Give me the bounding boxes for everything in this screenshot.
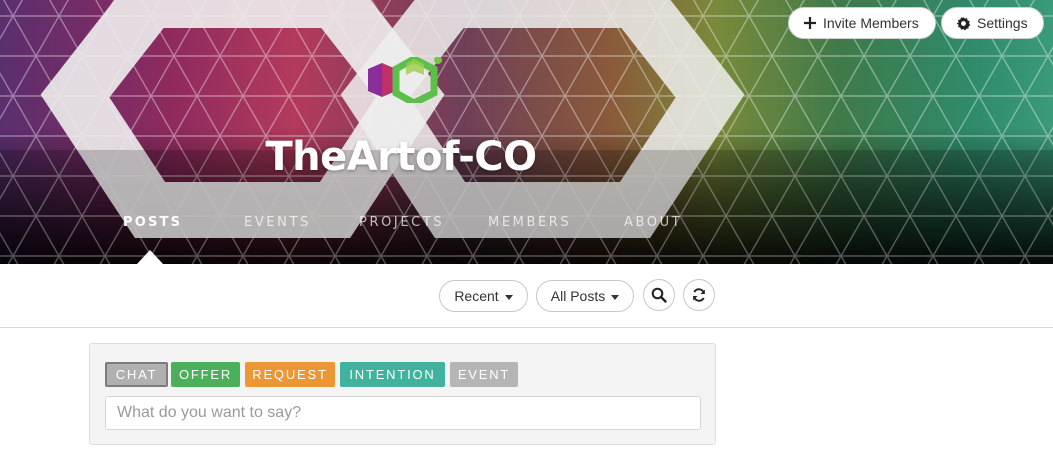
post-type-event[interactable]: EVENT bbox=[450, 362, 518, 387]
active-tab-indicator bbox=[137, 250, 163, 264]
plus-icon bbox=[804, 17, 816, 29]
co-logo-icon bbox=[368, 57, 442, 103]
post-type-intention[interactable]: INTENTION bbox=[340, 362, 445, 387]
group-nav: POSTS EVENTS PROJECTS MEMBERS ABOUT bbox=[0, 215, 802, 235]
refresh-icon bbox=[693, 288, 705, 302]
post-type-filter-dropdown[interactable]: All Posts bbox=[536, 280, 634, 312]
post-composer: CHAT OFFER REQUEST INTENTION EVENT bbox=[89, 343, 716, 445]
search-icon bbox=[651, 287, 667, 303]
tab-posts[interactable]: POSTS bbox=[123, 215, 182, 230]
invite-members-label: Invite Members bbox=[823, 15, 919, 31]
tab-projects[interactable]: PROJECTS bbox=[359, 215, 444, 230]
sort-dropdown[interactable]: Recent bbox=[439, 280, 528, 312]
search-button[interactable] bbox=[643, 279, 675, 311]
group-banner: TheArtof-CO POSTS EVENTS PROJECTS MEMBER… bbox=[0, 0, 1053, 264]
settings-button[interactable]: Settings bbox=[941, 7, 1044, 39]
refresh-button[interactable] bbox=[683, 279, 715, 311]
group-name: TheArtof-CO bbox=[265, 134, 537, 180]
tab-events[interactable]: EVENTS bbox=[244, 215, 311, 230]
tab-members[interactable]: MEMBERS bbox=[488, 215, 571, 230]
filter-dropdown-label: All Posts bbox=[550, 288, 606, 304]
tab-about[interactable]: ABOUT bbox=[624, 215, 682, 230]
invite-members-button[interactable]: Invite Members bbox=[788, 7, 936, 39]
post-type-chat[interactable]: CHAT bbox=[105, 362, 168, 387]
post-filter-bar: Recent All Posts bbox=[0, 264, 1053, 328]
gear-icon bbox=[956, 16, 971, 30]
chevron-down-icon bbox=[611, 294, 620, 300]
post-input[interactable] bbox=[105, 396, 701, 430]
sort-dropdown-label: Recent bbox=[454, 288, 499, 304]
post-type-offer[interactable]: OFFER bbox=[171, 362, 240, 387]
chevron-down-icon bbox=[504, 294, 513, 300]
settings-label: Settings bbox=[977, 15, 1028, 31]
post-type-request[interactable]: REQUEST bbox=[245, 362, 335, 387]
